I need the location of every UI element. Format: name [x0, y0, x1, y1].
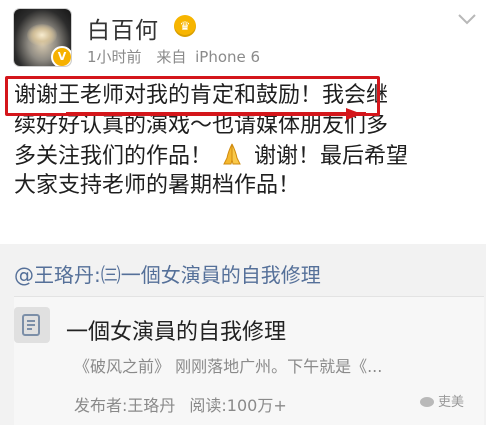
- post-line-3: 多关注我们的作品！ 谢谢！最后希望: [14, 141, 480, 171]
- pray-icon: [223, 143, 241, 165]
- red-annotation-underline: [66, 112, 366, 115]
- chevron-down-icon[interactable]: [457, 12, 477, 26]
- post-line-4: 大家支持老师的暑期档作品！: [14, 173, 301, 198]
- article-publisher: 发布者:王珞丹: [74, 396, 176, 415]
- post-text: 我会继: [322, 83, 389, 108]
- watermark: 吏美: [420, 391, 464, 410]
- post-body: 谢谢王老师对我的肯定和鼓励！我会继 续好好认真的演戏～也请媒体朋友们多 多关注我…: [5, 76, 480, 201]
- post-line-1: 谢谢王老师对我的肯定和鼓励！我会继: [14, 81, 480, 111]
- post-meta: 1小时前 来自 iPhone 6: [87, 46, 260, 67]
- article-description: 《破风之前》 刚刚落地广州。下午就是《...: [74, 357, 383, 376]
- article-footer: 发布者:王珞丹 阅读:100万+: [74, 392, 287, 416]
- wechat-icon: [420, 397, 434, 407]
- username[interactable]: 白百何: [87, 11, 159, 45]
- article-title[interactable]: 一個女演員的自我修理: [66, 314, 286, 346]
- repost-block[interactable]: @王珞丹:㈢一個女演員的自我修理 一個女演員的自我修理 《破风之前》 刚刚落地广…: [0, 244, 486, 425]
- document-icon: [14, 307, 50, 343]
- article-reads: 阅读:100万+: [189, 396, 287, 415]
- post-text: 多关注我们的作品！: [14, 144, 213, 169]
- post-line-2: 续好好认真的演戏～也请媒体朋友们多: [14, 113, 389, 138]
- avatar-image: [27, 24, 57, 46]
- post-text: 谢谢！最后希望: [254, 144, 409, 169]
- post-header: V 白百何 ♛ 1小时前 来自 iPhone 6: [0, 0, 486, 78]
- article-card[interactable]: 一個女演員的自我修理 《破风之前》 刚刚落地广州。下午就是《... 发布者:王珞…: [14, 296, 484, 425]
- avatar[interactable]: V: [14, 9, 71, 66]
- red-arrow-icon: [346, 108, 362, 120]
- verified-icon: V: [51, 46, 71, 66]
- weibo-post-screenshot: V 白百何 ♛ 1小时前 来自 iPhone 6 谢谢王老师对我的肯定和鼓励！我…: [0, 0, 486, 425]
- watermark-text: 吏美: [438, 395, 465, 410]
- repost-header[interactable]: @王珞丹:㈢一個女演員的自我修理: [14, 259, 321, 288]
- device-source: iPhone 6: [195, 48, 261, 66]
- highlighted-text: 谢谢王老师对我的肯定和鼓励！: [14, 83, 323, 108]
- crown-badge-icon[interactable]: ♛: [174, 15, 196, 37]
- post-time: 1小时前: [87, 48, 142, 66]
- source-label: 来自: [156, 48, 187, 66]
